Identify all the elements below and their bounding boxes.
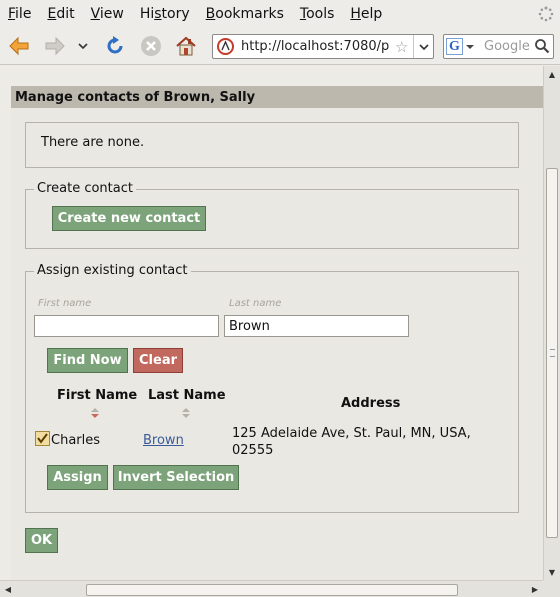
chevron-down-icon: [466, 44, 474, 49]
search-input[interactable]: Google: [484, 39, 530, 54]
scroll-right-icon[interactable]: ▶: [527, 581, 543, 597]
menu-history[interactable]: History: [132, 6, 198, 22]
column-header-first-name[interactable]: First Name: [57, 388, 137, 403]
search-bar[interactable]: G Google: [443, 34, 554, 59]
ok-button[interactable]: OK: [25, 528, 58, 553]
url-text[interactable]: http://localhost:7080/p: [241, 39, 393, 54]
reload-icon: [107, 36, 123, 54]
google-icon: G: [446, 38, 463, 55]
column-header-address: Address: [341, 396, 401, 411]
create-new-contact-button[interactable]: Create new contact: [52, 206, 206, 231]
assign-button[interactable]: Assign: [47, 465, 108, 490]
menu-bar: File Edit View History Bookmarks Tools H…: [0, 0, 560, 27]
page-title: Manage contacts of Brown, Sally: [11, 86, 543, 108]
search-icon[interactable]: [534, 38, 550, 54]
throbber-icon: [538, 6, 554, 22]
chevron-down-icon: [419, 43, 429, 50]
forward-button[interactable]: [42, 33, 68, 59]
assign-contact-legend: Assign existing contact: [34, 263, 191, 278]
back-arrow-icon: [9, 36, 29, 56]
row-select-checkbox[interactable]: [35, 431, 50, 446]
url-dropdown-button[interactable]: [413, 35, 434, 58]
scroll-left-icon[interactable]: ◀: [0, 581, 16, 597]
create-contact-fieldset: Create contact Create new contact: [25, 181, 519, 249]
menu-file[interactable]: File: [0, 6, 39, 22]
find-now-button[interactable]: Find Now: [47, 348, 128, 373]
last-name-input[interactable]: Brown: [224, 315, 409, 337]
chevron-down-icon: [78, 43, 88, 50]
menu-edit[interactable]: Edit: [39, 6, 82, 22]
menu-view[interactable]: View: [83, 6, 132, 22]
last-name-label: Last name: [229, 298, 282, 309]
column-header-last-name[interactable]: Last Name: [148, 388, 226, 403]
home-button[interactable]: [173, 33, 199, 59]
url-bar[interactable]: http://localhost:7080/p ☆: [212, 34, 434, 59]
bookmark-star-icon[interactable]: ☆: [395, 38, 408, 56]
stop-button[interactable]: [138, 33, 164, 59]
existing-contacts-box: There are none.: [25, 122, 519, 168]
site-favicon-icon: [217, 38, 234, 55]
vertical-scrollbar[interactable]: ▲ ▼: [543, 66, 560, 580]
clear-button[interactable]: Clear: [133, 348, 183, 373]
horizontal-scrollbar[interactable]: ◀ ▶: [0, 580, 543, 597]
sort-icon[interactable]: [181, 407, 191, 419]
forward-arrow-icon: [45, 36, 65, 56]
cell-first-name: Charles: [51, 433, 101, 448]
sort-icon[interactable]: [90, 407, 100, 419]
back-button[interactable]: [6, 33, 32, 59]
menu-bookmarks[interactable]: Bookmarks: [198, 6, 292, 22]
scroll-down-icon[interactable]: ▼: [544, 564, 560, 580]
invert-selection-button[interactable]: Invert Selection: [113, 465, 239, 490]
horizontal-scroll-thumb[interactable]: [86, 584, 458, 596]
first-name-label: First name: [38, 298, 92, 309]
create-contact-legend: Create contact: [34, 181, 136, 196]
reload-button[interactable]: [102, 33, 128, 59]
menu-help[interactable]: Help: [342, 6, 390, 22]
checkmark-icon: [37, 433, 48, 444]
scrollbar-corner: [543, 580, 560, 597]
history-dropdown[interactable]: [74, 33, 92, 59]
page-content: Manage contacts of Brown, Sally There ar…: [0, 66, 543, 580]
menu-tools[interactable]: Tools: [292, 6, 343, 22]
first-name-input[interactable]: [34, 315, 219, 337]
cell-address-line2: 02555: [232, 443, 274, 458]
home-icon: [176, 36, 196, 56]
assign-contact-fieldset: Assign existing contact First name Last …: [25, 263, 519, 513]
contacts-panel: There are none. Create contact Create ne…: [11, 108, 543, 580]
navigation-toolbar: http://localhost:7080/p ☆ G Google: [0, 27, 560, 65]
cell-address-line1: 125 Adelaide Ave, St. Paul, MN, USA,: [232, 426, 471, 441]
search-engine-selector[interactable]: G: [446, 37, 480, 56]
cell-last-name-link[interactable]: Brown: [143, 433, 184, 448]
empty-message: There are none.: [41, 135, 145, 150]
vertical-scroll-thumb[interactable]: [546, 168, 558, 538]
scroll-up-icon[interactable]: ▲: [544, 66, 560, 82]
stop-icon: [141, 36, 161, 56]
